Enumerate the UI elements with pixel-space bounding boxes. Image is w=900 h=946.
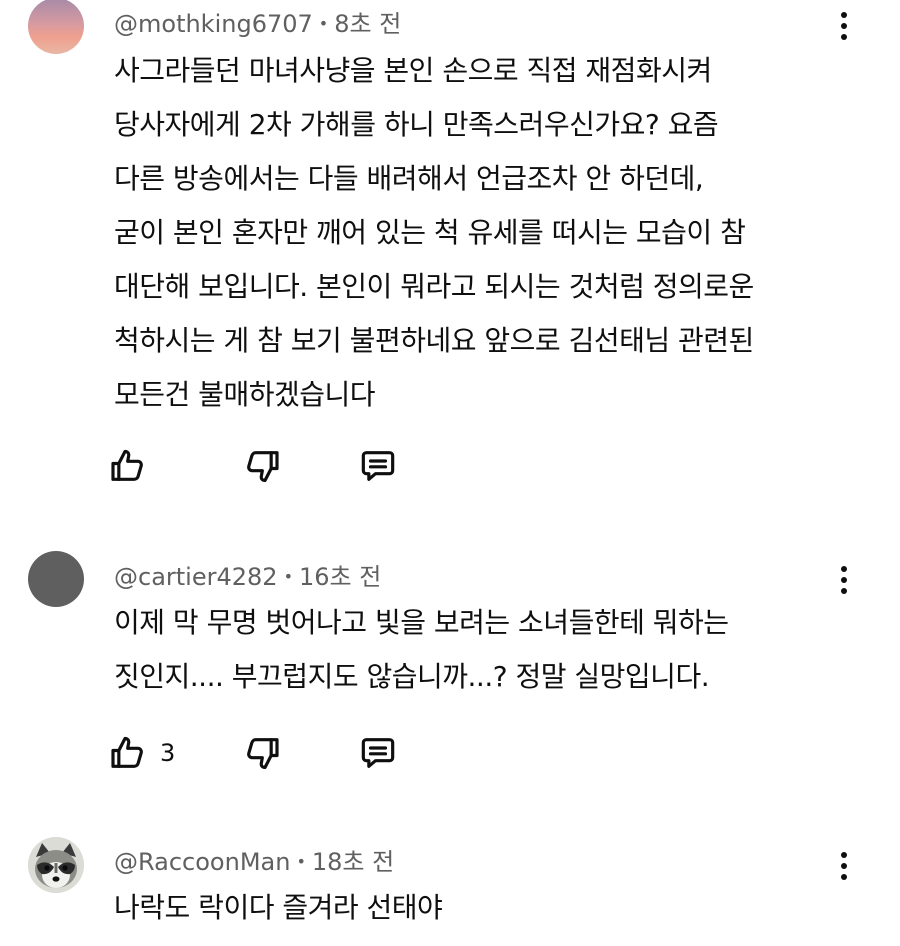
thumbs-up-icon: [111, 449, 143, 481]
avatar[interactable]: [28, 551, 84, 607]
comment-author[interactable]: @cartier4282: [114, 563, 278, 591]
reply-comment-icon: [361, 451, 395, 481]
comment-time: 18초 전: [311, 848, 395, 876]
comment-meta: @mothking6707 • 8초 전: [114, 10, 402, 38]
comment-meta: @cartier4282 • 16초 전: [114, 563, 382, 591]
comment-time: 8초 전: [334, 10, 402, 38]
comment-time: 16초 전: [299, 563, 382, 591]
comment-text: 이제 막 무명 벗어나고 빛을 보려는 소녀들한테 뭐하는 짓인지.... 부끄…: [114, 606, 729, 693]
like-button[interactable]: [108, 446, 188, 490]
thumbs-down-icon: [247, 451, 279, 483]
reply-button[interactable]: [358, 733, 402, 777]
thumbs-down-icon: [247, 738, 279, 770]
dislike-button[interactable]: [242, 446, 286, 490]
more-vertical-icon[interactable]: [834, 12, 854, 48]
like-count: 3: [160, 739, 176, 767]
comment-text: 나락도 락이다 즐겨라 선태야: [114, 891, 443, 924]
avatar[interactable]: [28, 837, 84, 893]
comment-author[interactable]: @mothking6707: [114, 10, 313, 38]
reply-comment-icon: [361, 738, 395, 768]
comment-text: 사그라들던 마녀사냥을 본인 손으로 직접 재점화시켜 당사자에게 2차 가해를…: [114, 54, 754, 411]
raccoon-icon: [28, 837, 84, 893]
like-button[interactable]: 3: [108, 733, 188, 777]
dislike-button[interactable]: [242, 733, 286, 777]
comment-meta: @RaccoonMan • 18초 전: [114, 848, 395, 876]
reply-button[interactable]: [358, 446, 402, 490]
comment-author[interactable]: @RaccoonMan: [114, 848, 290, 876]
avatar[interactable]: [28, 0, 84, 54]
thumbs-up-icon: [111, 736, 143, 768]
